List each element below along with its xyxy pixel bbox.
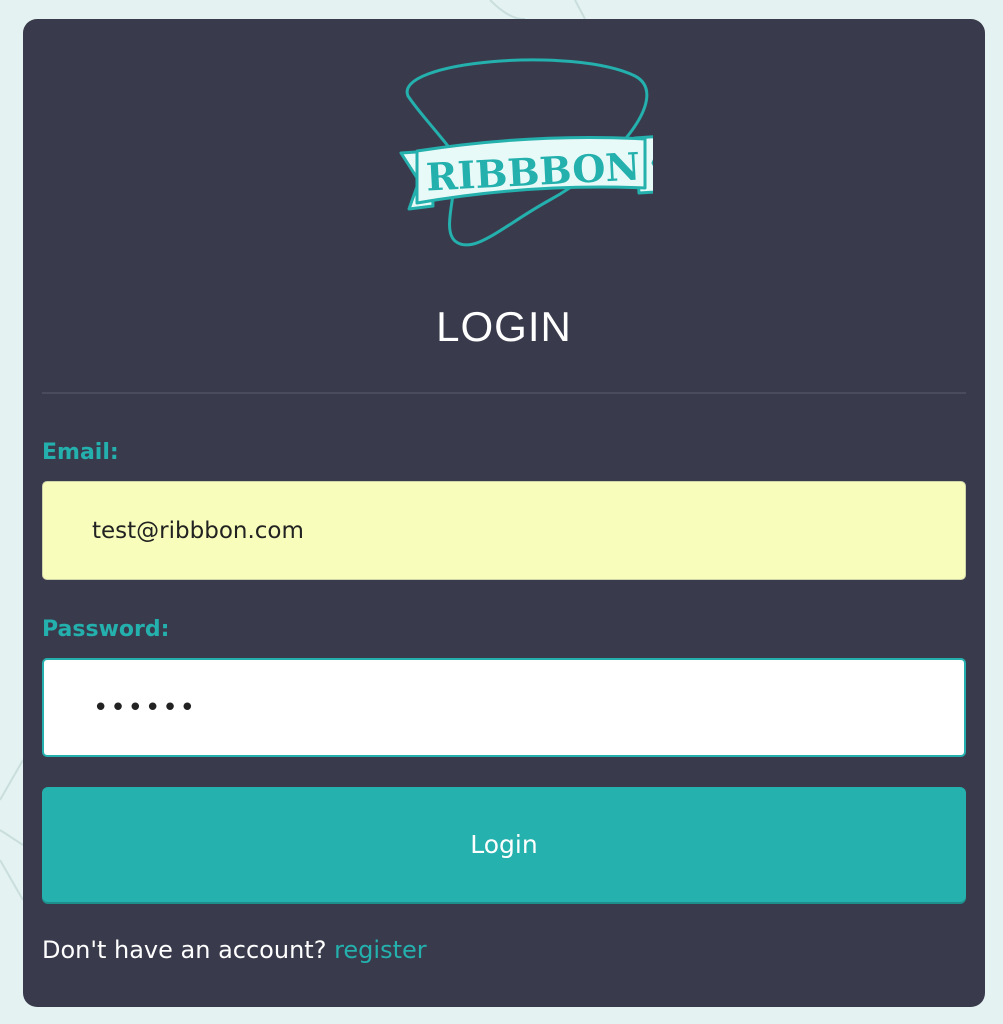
login-button[interactable]: Login xyxy=(42,787,966,902)
email-field[interactable] xyxy=(42,481,966,580)
email-label: Email: xyxy=(42,440,119,465)
register-prompt: Don't have an account? register xyxy=(42,934,427,966)
password-field[interactable] xyxy=(42,658,966,757)
register-prompt-text: Don't have an account? xyxy=(42,936,327,964)
login-card: RIBBBON LOGIN Email: Password: Login Don… xyxy=(23,19,985,1007)
page-title: LOGIN xyxy=(436,303,572,350)
password-label: Password: xyxy=(42,617,170,642)
register-link[interactable]: register xyxy=(334,936,427,964)
ribbbon-logo: RIBBBON xyxy=(399,58,653,247)
divider xyxy=(42,392,966,394)
